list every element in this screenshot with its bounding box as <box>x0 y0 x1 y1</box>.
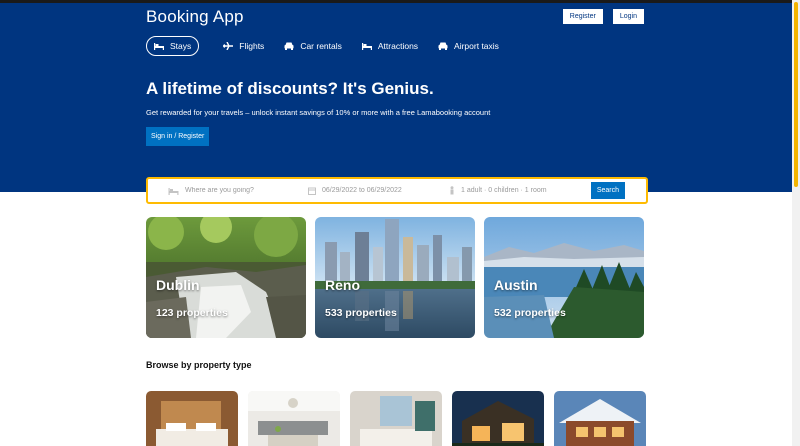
featured-card-dublin[interactable]: Dublin 123 properties <box>146 217 306 338</box>
apartment-kitchen-image <box>248 391 340 446</box>
scrollbar-thumb[interactable] <box>794 2 798 187</box>
calendar-icon <box>308 187 316 195</box>
card-properties: 532 properties <box>494 307 566 319</box>
login-button[interactable]: Login <box>612 9 644 24</box>
nav-bar: Stays Flights Car rentals Attractions Ai… <box>146 36 519 56</box>
destination-input[interactable] <box>185 187 295 194</box>
property-type-villa[interactable] <box>452 391 544 446</box>
search-bar: 06/29/2022 to 06/29/2022 1 adult · 0 chi… <box>146 177 648 204</box>
nav-item-label: Stays <box>170 41 192 51</box>
sign-in-register-button[interactable]: Sign in / Register <box>146 127 210 146</box>
bed-icon <box>361 43 372 50</box>
property-type-apartment[interactable] <box>248 391 340 446</box>
destination-field[interactable] <box>168 179 295 202</box>
page-scrollbar[interactable] <box>792 0 800 446</box>
bed-icon <box>168 187 179 195</box>
featured-cities: Dublin 123 properties Reno 533 propertie… <box>146 217 644 338</box>
header: Booking App Register Login Stays Flights… <box>0 3 792 192</box>
featured-card-austin[interactable]: Austin 532 properties <box>484 217 644 338</box>
nav-item-label: Airport taxis <box>454 41 499 51</box>
card-properties: 123 properties <box>156 307 228 319</box>
nav-item-stays[interactable]: Stays <box>146 36 200 56</box>
resort-room-image <box>350 391 442 446</box>
guests-field[interactable]: 1 adult · 0 children · 1 room <box>449 179 547 202</box>
nav-item-label: Flights <box>239 41 265 51</box>
hero-title: A lifetime of discounts? It's Genius. <box>146 79 434 98</box>
nav-item-airport-taxis[interactable]: Airport taxis <box>438 36 499 56</box>
villa-night-image <box>452 391 544 446</box>
person-icon <box>450 186 454 195</box>
guests-text: 1 adult · 0 children · 1 room <box>461 187 547 194</box>
nav-item-label: Car rentals <box>300 41 342 51</box>
car-icon <box>284 42 294 50</box>
property-type-cabin[interactable] <box>554 391 646 446</box>
nav-item-flights[interactable]: Flights <box>223 36 264 56</box>
date-field[interactable]: 06/29/2022 to 06/29/2022 <box>308 179 402 202</box>
featured-card-reno[interactable]: Reno 533 properties <box>315 217 475 338</box>
property-type-list <box>146 391 646 446</box>
card-city: Austin <box>494 277 538 293</box>
logo[interactable]: Booking App <box>146 7 244 27</box>
hero-description: Get rewarded for your travels – unlock i… <box>146 108 491 117</box>
bed-icon <box>154 43 164 50</box>
nav-item-label: Attractions <box>377 41 419 51</box>
plane-icon <box>223 42 234 50</box>
date-range-text: 06/29/2022 to 06/29/2022 <box>322 187 402 194</box>
cabin-snow-image <box>554 391 646 446</box>
nav-item-car-rentals[interactable]: Car rentals <box>284 36 342 56</box>
card-properties: 533 properties <box>325 307 397 319</box>
browse-section-title: Browse by property type <box>146 360 252 370</box>
property-type-resort[interactable] <box>350 391 442 446</box>
card-city: Reno <box>325 277 360 293</box>
auth-buttons: Register Login <box>562 9 644 24</box>
search-button[interactable]: Search <box>590 182 625 199</box>
property-type-hotel[interactable] <box>146 391 238 446</box>
register-button[interactable]: Register <box>562 9 603 24</box>
card-city: Dublin <box>156 277 200 293</box>
nav-item-attractions[interactable]: Attractions <box>361 36 419 56</box>
hotel-room-image <box>146 391 238 446</box>
taxi-icon <box>438 42 448 50</box>
